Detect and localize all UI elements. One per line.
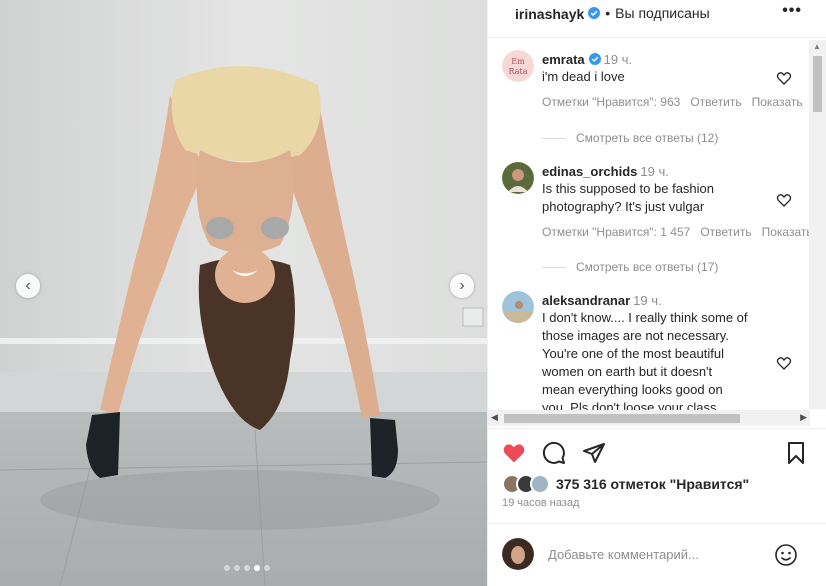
view-replies-button[interactable]: Смотреть все ответы (12) — [542, 131, 718, 145]
post-media[interactable]: ‹ › — [0, 0, 487, 586]
follow-state-label[interactable]: Вы подписаны — [615, 5, 710, 21]
add-comment-bar: Добавьте комментарий... — [502, 538, 814, 574]
svg-text:Rata: Rata — [509, 67, 528, 76]
avatar-aleksandranar — [502, 291, 534, 323]
comment-username[interactable]: emrata — [542, 52, 585, 67]
more-options-icon[interactable]: ••• — [782, 2, 802, 20]
comment-time[interactable]: 19 ч. — [640, 164, 668, 179]
add-comment-input[interactable]: Добавьте комментарий... — [548, 547, 699, 562]
comments-horizontal-scrollbar[interactable]: ◀ ▶ — [488, 410, 810, 426]
carousel-next-button[interactable]: › — [450, 274, 474, 298]
view-replies-label: Смотреть все ответы (12) — [576, 131, 719, 145]
comment-text: women on earth but it doesn't — [542, 364, 713, 379]
comment-text: you. Pls don't loose your class — [542, 400, 717, 410]
comment-meta: Отметки "Нравится": 1 457 Ответить Показ… — [542, 225, 813, 239]
comment-icon[interactable] — [542, 441, 566, 465]
heart-outline-icon[interactable] — [776, 192, 792, 208]
carousel-dot — [234, 565, 240, 571]
comment-text: those images are not necessary. — [542, 328, 729, 343]
emoji-icon[interactable] — [774, 543, 798, 567]
comment-text: You're one of the most beautiful — [542, 346, 724, 361]
current-user-avatar — [502, 538, 534, 570]
comment-meta: Отметки "Нравится": 963 Ответить Показат… — [542, 95, 803, 109]
avatar — [502, 538, 534, 570]
reply-button[interactable]: Ответить — [690, 95, 741, 109]
carousel-dot — [264, 565, 270, 571]
instagram-post-window: ‹ › irinashayk • Вы подписаны ••• Em Rat… — [0, 0, 826, 586]
heart-outline-icon[interactable] — [776, 70, 792, 86]
comment-likes-count[interactable]: Отметки "Нравится": 1 457 — [542, 225, 690, 239]
reply-button[interactable]: Ответить — [700, 225, 751, 239]
carousel-dot-active — [254, 565, 260, 571]
chevron-right-icon: › — [459, 277, 465, 294]
scrollbar-thumb[interactable] — [813, 56, 822, 112]
comment-body: edinas_orchids 19 ч. Is this supposed to… — [542, 162, 813, 240]
comment-text: i'm dead i love — [542, 69, 625, 84]
heart-outline-icon[interactable] — [776, 355, 792, 371]
comment-text: Is this supposed to be fashion — [542, 181, 715, 196]
show-translation-button[interactable]: Показать — [762, 225, 813, 239]
chevron-left-icon: ‹ — [25, 277, 31, 294]
add-comment-divider — [488, 523, 826, 524]
post-photo — [0, 0, 487, 586]
view-replies-button[interactable]: Смотреть все ответы (17) — [542, 260, 718, 274]
carousel-prev-button[interactable]: ‹ — [16, 274, 40, 298]
comments-list[interactable]: Em Rata emrata 19 ч. i'm dead i love Отм… — [488, 38, 821, 410]
avatar-edinas-orchids — [502, 162, 534, 194]
post-time[interactable]: 19 часов назад — [502, 497, 579, 509]
comment-body: aleksandranar 19 ч. I don't know.... I r… — [542, 291, 772, 411]
comment-body: emrata 19 ч. i'm dead i love Отметки "Нр… — [542, 50, 803, 110]
liker-avatars — [502, 474, 552, 494]
svg-text:Em: Em — [511, 57, 525, 66]
show-translation-button[interactable]: Показать — [752, 95, 803, 109]
comment-likes-count[interactable]: Отметки "Нравится": 963 — [542, 95, 680, 109]
avatar-emrata: Em Rata — [502, 50, 534, 82]
heart-filled-icon[interactable] — [502, 441, 526, 465]
comment-time[interactable]: 19 ч. — [604, 52, 632, 67]
bookmark-icon[interactable] — [784, 441, 808, 465]
comments-vertical-scrollbar[interactable]: ▲ — [809, 40, 826, 409]
post-actions — [502, 441, 812, 465]
share-icon[interactable] — [582, 441, 606, 465]
likes-count[interactable]: 375 316 отметок "Нравится" — [556, 476, 749, 492]
comment-username[interactable]: aleksandranar — [542, 293, 630, 308]
scroll-right-arrow-icon[interactable]: ▶ — [800, 412, 807, 423]
comment-text: I don't know.... I really think some of — [542, 310, 748, 325]
avatar[interactable] — [502, 162, 534, 194]
comment-username[interactable]: edinas_orchids — [542, 164, 637, 179]
scrollbar-thumb[interactable] — [504, 414, 740, 423]
carousel-indicator — [224, 565, 270, 571]
scroll-left-arrow-icon[interactable]: ◀ — [491, 412, 498, 423]
verified-badge-icon — [588, 53, 601, 65]
carousel-dot — [224, 565, 230, 571]
replies-divider — [542, 137, 566, 139]
likes-summary[interactable]: 375 316 отметок "Нравится" — [502, 474, 749, 494]
post-sidebar: irinashayk • Вы подписаны ••• Em Rata em… — [487, 0, 826, 586]
avatar — [530, 474, 550, 494]
scroll-up-arrow-icon[interactable]: ▲ — [813, 42, 821, 51]
avatar[interactable]: Em Rata — [502, 50, 534, 82]
carousel-dot — [244, 565, 250, 571]
header-separator: • — [605, 5, 611, 21]
view-replies-label: Смотреть все ответы (17) — [576, 260, 719, 274]
verified-badge-icon — [588, 7, 601, 19]
avatar[interactable] — [502, 291, 534, 323]
replies-divider — [542, 266, 566, 268]
comment-time[interactable]: 19 ч. — [633, 293, 661, 308]
post-header: irinashayk • Вы подписаны ••• — [488, 0, 826, 26]
actions-divider — [488, 428, 826, 429]
author-username[interactable]: irinashayk — [515, 6, 584, 22]
comment-text: mean everything looks good on — [542, 382, 723, 397]
comment-text: photography? It's just vulgar — [542, 199, 705, 214]
